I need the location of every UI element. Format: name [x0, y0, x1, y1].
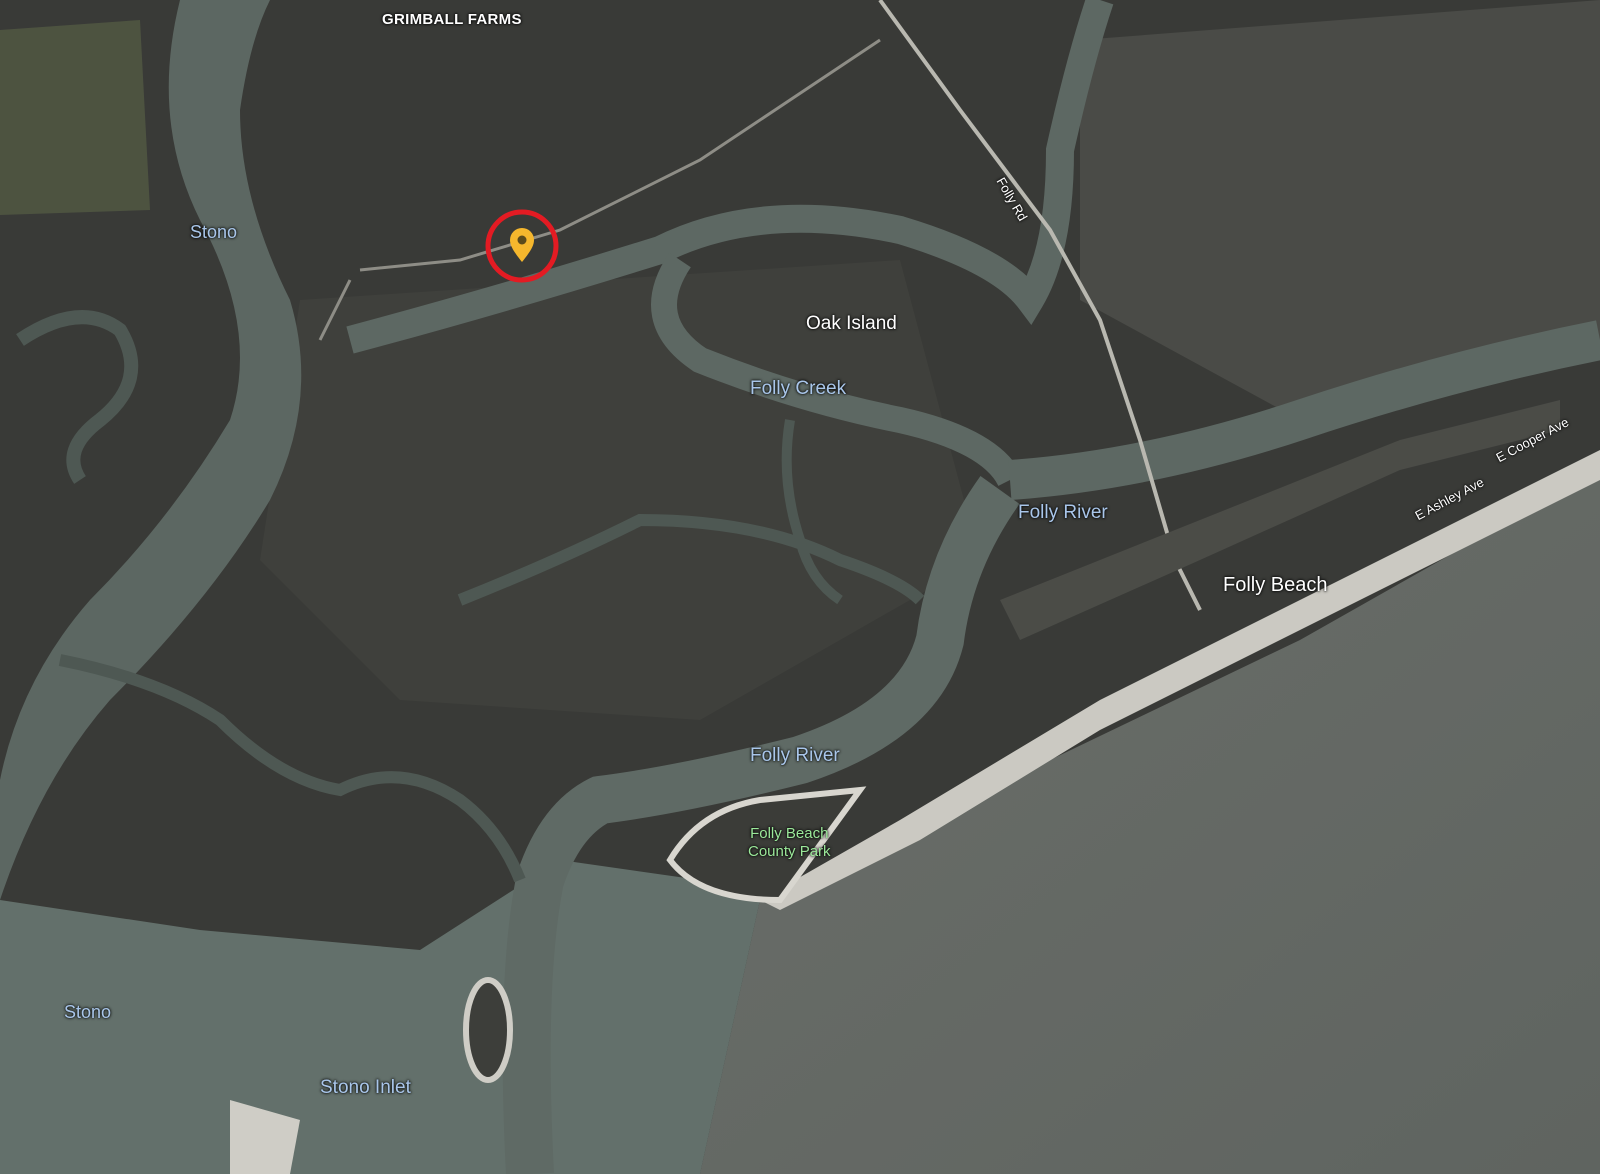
satellite-map[interactable]: GRIMBALL FARMS Stono Oak Island Folly Cr… [0, 0, 1600, 1174]
label-stono-north[interactable]: Stono [190, 223, 237, 241]
label-folly-river-lower[interactable]: Folly River [750, 746, 840, 765]
label-folly-river-upper[interactable]: Folly River [1018, 503, 1108, 522]
location-marker[interactable] [484, 208, 560, 284]
inlet-island [463, 977, 513, 1083]
pin-dot [517, 235, 527, 245]
label-county-park[interactable]: Folly Beach County Park [748, 825, 831, 861]
park-label-line1: Folly Beach [750, 825, 829, 842]
label-stono-inlet[interactable]: Stono Inlet [320, 1078, 411, 1097]
label-stono-south[interactable]: Stono [64, 1003, 111, 1021]
park-label-line2: County Park [748, 843, 831, 860]
map-pin-icon[interactable] [510, 228, 534, 262]
label-oak-island[interactable]: Oak Island [806, 314, 897, 333]
label-grimball-farms[interactable]: GRIMBALL FARMS [382, 12, 522, 27]
farmland [0, 20, 150, 215]
label-folly-creek[interactable]: Folly Creek [750, 379, 846, 398]
label-folly-beach[interactable]: Folly Beach [1223, 575, 1328, 595]
map-imagery[interactable] [0, 0, 1600, 1174]
